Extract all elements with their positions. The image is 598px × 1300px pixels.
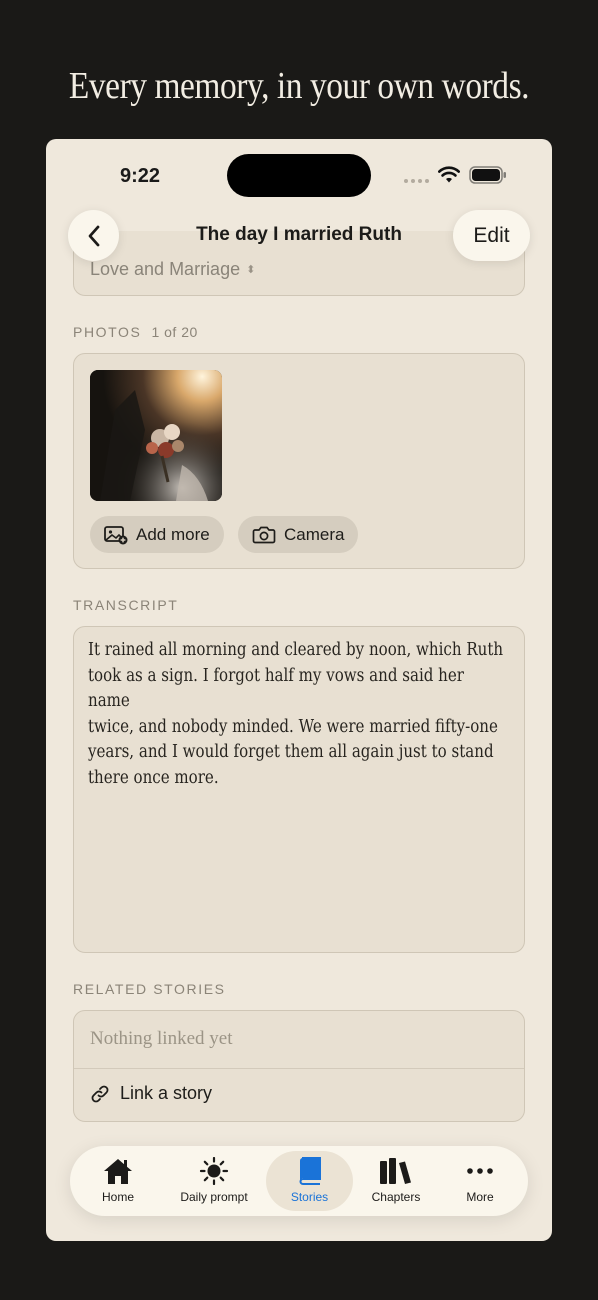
photos-card: Add more Camera: [73, 353, 525, 569]
dynamic-island: [227, 154, 371, 197]
tab-stories-label: Stories: [290, 1190, 329, 1204]
link-story-button[interactable]: Link a story: [90, 1083, 212, 1104]
tab-daily-prompt[interactable]: Daily prompt: [170, 1151, 258, 1211]
sun-icon: [199, 1157, 229, 1185]
tab-home-label: Home: [101, 1190, 134, 1204]
tab-more-label: More: [466, 1190, 494, 1204]
phone-screen: 9:22 Love and Marriage ⬍ The day I marri…: [46, 139, 552, 1241]
add-more-label: Add more: [136, 524, 210, 544]
wifi-icon: [438, 166, 460, 183]
transcript-text: It rained all morning and cleared by noo…: [88, 638, 509, 792]
related-section-label: RELATED STORIES: [73, 981, 226, 997]
edit-button[interactable]: Edit: [453, 210, 530, 261]
status-bar: 9:22: [46, 139, 552, 209]
signal-icon: [404, 179, 429, 183]
related-stories-card: Nothing linked yet Link a story: [73, 1010, 525, 1122]
link-story-label: Link a story: [120, 1083, 213, 1103]
books-icon: [380, 1158, 411, 1184]
headline: Every memory, in your own words.: [68, 65, 530, 107]
tab-stories[interactable]: Stories: [266, 1151, 353, 1211]
transcript-line: years, and I would forget them all again…: [88, 742, 494, 763]
tab-bar: Home Daily prompt Stories Chapters More: [70, 1146, 528, 1216]
related-empty-text: Nothing linked yet: [90, 1028, 233, 1049]
tab-chapters-label: Chapters: [371, 1190, 421, 1204]
tab-home[interactable]: Home: [82, 1151, 154, 1211]
divider: [74, 1068, 524, 1069]
status-time: 9:22: [120, 165, 161, 187]
photos-count: 1 of 20: [151, 324, 198, 340]
tab-chapters[interactable]: Chapters: [360, 1151, 432, 1211]
wedding-photo-thumbnail[interactable]: [90, 370, 222, 501]
camera-button[interactable]: Camera: [238, 516, 359, 553]
photos-label: PHOTOS: [73, 324, 142, 340]
tab-more[interactable]: More: [444, 1151, 516, 1211]
page-title: The day I married Ruth: [196, 224, 402, 245]
tab-daily-prompt-label: Daily prompt: [180, 1190, 248, 1204]
transcript-line: twice, and nobody minded. We were marrie…: [88, 716, 498, 737]
add-photo-icon: [104, 525, 128, 544]
transcript-section-label: TRANSCRIPT: [73, 597, 179, 613]
photos-section-label: PHOTOS 1 of 20: [73, 324, 198, 340]
book-icon: [299, 1157, 321, 1185]
add-more-button[interactable]: Add more: [90, 516, 224, 553]
back-button[interactable]: [68, 210, 119, 261]
chevron-left-icon: [88, 225, 99, 246]
transcript-line: there once more.: [88, 767, 219, 788]
more-dots-icon: [467, 1168, 493, 1174]
link-icon: [91, 1085, 109, 1102]
transcript-line: took as a sign. I forgot half my vows an…: [88, 665, 464, 712]
camera-label: Camera: [284, 524, 345, 544]
transcript-line: It rained all morning and cleared by noo…: [88, 640, 504, 660]
home-icon: [104, 1159, 132, 1184]
transcript-editor[interactable]: It rained all morning and cleared by noo…: [73, 626, 525, 953]
battery-icon: [469, 166, 506, 184]
camera-icon: [252, 526, 276, 543]
nav-bar: The day I married Ruth Edit: [46, 209, 552, 265]
